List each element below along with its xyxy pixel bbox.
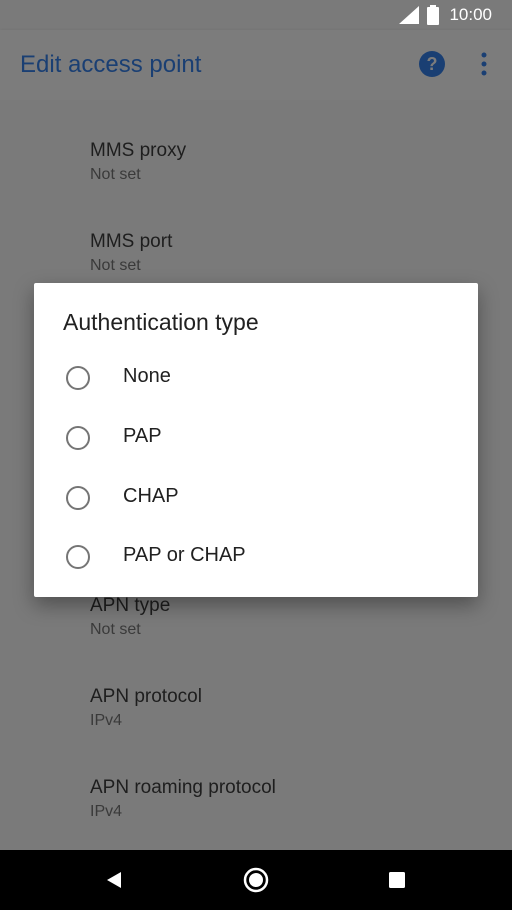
pref-summary: Not set xyxy=(90,257,141,274)
option-pap-or-chap[interactable]: PAP or CHAP xyxy=(34,528,478,586)
authentication-type-dialog: Authentication type None PAP CHAP PAP or… xyxy=(34,283,478,597)
radio-button[interactable] xyxy=(66,366,90,390)
pref-title: APN roaming protocol xyxy=(90,777,276,798)
pref-mms-port[interactable]: MMS port Not set xyxy=(90,231,172,275)
status-time: 10:00 xyxy=(449,5,492,24)
pref-title: APN type xyxy=(90,595,171,616)
dialog-title: Authentication type xyxy=(63,309,259,335)
page-title: Edit access point xyxy=(20,51,202,78)
pref-summary: IPv4 xyxy=(90,803,123,820)
app-bar: Edit access point ? xyxy=(0,30,512,100)
back-icon[interactable] xyxy=(105,870,123,895)
pref-mms-proxy[interactable]: MMS proxy Not set xyxy=(90,140,186,184)
status-bar: 10:00 xyxy=(0,0,512,30)
pref-summary: IPv4 xyxy=(90,712,123,729)
pref-summary: Not set xyxy=(90,166,141,183)
recent-apps-icon[interactable] xyxy=(389,872,405,893)
pref-apn-roaming-protocol[interactable]: APN roaming protocol IPv4 xyxy=(90,777,276,821)
option-none[interactable]: None xyxy=(34,349,478,407)
more-vert-icon[interactable] xyxy=(474,51,494,82)
pref-title: MMS port xyxy=(90,231,173,252)
pref-apn-protocol[interactable]: APN protocol IPv4 xyxy=(90,686,202,730)
option-pap[interactable]: PAP xyxy=(34,409,478,467)
option-label: PAP xyxy=(123,425,162,447)
pref-title: APN protocol xyxy=(90,686,202,707)
pref-summary: Not set xyxy=(90,621,141,638)
radio-button[interactable] xyxy=(66,545,90,569)
svg-text:?: ? xyxy=(427,54,438,74)
battery-icon xyxy=(427,5,439,30)
pref-title: MMS proxy xyxy=(90,140,187,161)
radio-button[interactable] xyxy=(66,426,90,450)
option-label: None xyxy=(123,365,171,387)
option-chap[interactable]: CHAP xyxy=(34,469,478,527)
navigation-bar xyxy=(0,850,512,910)
radio-button[interactable] xyxy=(66,486,90,510)
signal-icon xyxy=(399,6,419,29)
help-icon[interactable]: ? xyxy=(418,50,446,83)
home-icon[interactable] xyxy=(243,867,269,898)
pref-apn-type[interactable]: APN type Not set xyxy=(90,595,170,639)
option-label: CHAP xyxy=(123,485,179,507)
option-label: PAP or CHAP xyxy=(123,544,246,566)
